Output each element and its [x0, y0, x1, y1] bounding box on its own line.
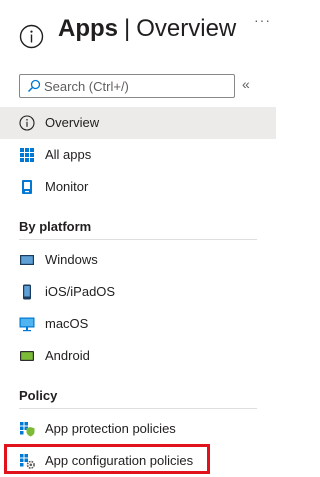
nav-item-label: App protection policies	[45, 421, 176, 436]
search-icon	[27, 79, 41, 93]
page-header: Apps | Overview ···	[0, 0, 276, 64]
more-options-button[interactable]: ···	[254, 12, 271, 28]
nav-item-label: Windows	[45, 252, 98, 267]
search-input[interactable]	[44, 77, 230, 95]
windows-device-icon	[20, 255, 34, 265]
nav-item-label: Android	[45, 348, 90, 363]
nav-item-windows[interactable]: Windows	[0, 244, 276, 276]
nav-item-macos[interactable]: macOS	[0, 308, 276, 340]
nav-item-ios-ipados[interactable]: iOS/iPadOS	[0, 276, 276, 308]
info-icon	[19, 115, 35, 131]
title-apps: Apps	[58, 15, 118, 42]
divider	[19, 239, 257, 240]
android-device-icon	[20, 351, 34, 361]
desktop-icon	[19, 317, 35, 332]
grid-icon	[20, 148, 34, 162]
shield-grid-icon	[20, 422, 35, 437]
title-overview: Overview	[136, 15, 237, 42]
collapse-sidebar-button[interactable]: «	[242, 76, 250, 92]
nav-item-label: iOS/iPadOS	[45, 284, 116, 299]
section-heading-policy: Policy	[19, 388, 58, 403]
title-separator: |	[124, 15, 131, 42]
phone-icon	[23, 284, 31, 300]
nav-item-label: macOS	[45, 316, 89, 331]
nav-item-label: Overview	[45, 115, 100, 130]
nav-item-label: Monitor	[45, 179, 89, 194]
info-icon	[19, 24, 44, 49]
highlight-box	[4, 444, 210, 474]
nav-item-label: All apps	[45, 147, 92, 162]
page-title: Apps | Overview	[58, 14, 236, 44]
nav-item-app-protection-policies[interactable]: App protection policies	[0, 413, 276, 445]
nav-item-monitor[interactable]: Monitor	[0, 171, 276, 203]
monitor-icon	[22, 180, 32, 194]
divider	[19, 408, 257, 409]
nav-item-all-apps[interactable]: All apps	[0, 139, 276, 171]
nav-item-overview[interactable]: Overview	[0, 107, 276, 139]
section-heading-by-platform: By platform	[19, 219, 92, 234]
search-box[interactable]	[19, 74, 235, 98]
nav-item-android[interactable]: Android	[0, 340, 276, 372]
